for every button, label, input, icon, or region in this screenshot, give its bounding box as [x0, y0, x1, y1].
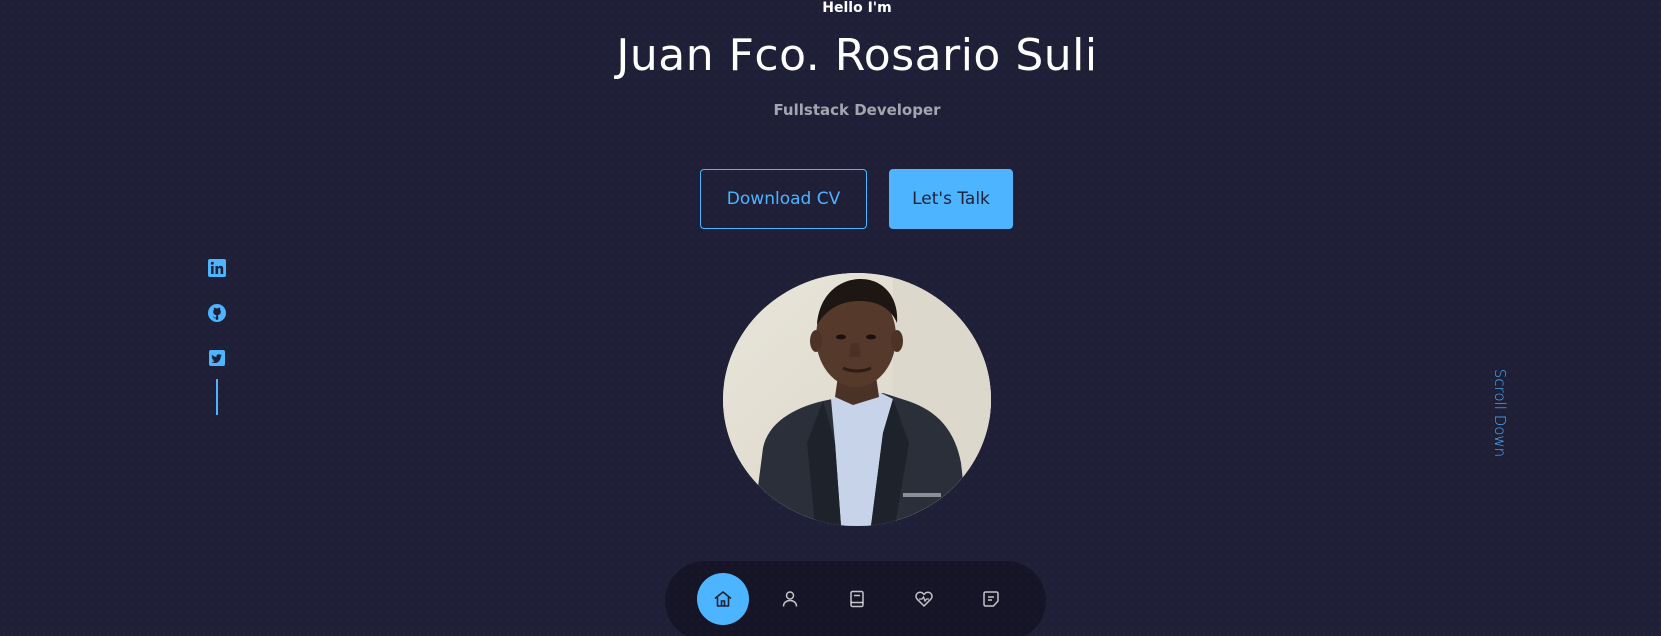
- twitter-link[interactable]: [206, 347, 228, 369]
- nav-home[interactable]: [697, 573, 749, 625]
- bottom-nav: [665, 561, 1046, 636]
- home-icon: [714, 591, 732, 607]
- book-icon: [850, 590, 864, 608]
- download-cv-button[interactable]: Download CV: [700, 169, 867, 229]
- person-name: Juan Fco. Rosario Suli: [616, 30, 1098, 81]
- github-icon: [208, 304, 226, 322]
- linkedin-icon: [208, 259, 226, 277]
- hero-header: Hello I'm Juan Fco. Rosario Suli Fullsta…: [0, 0, 1661, 636]
- message-icon: [983, 591, 999, 607]
- github-link[interactable]: [206, 302, 228, 324]
- social-divider-line: [216, 379, 218, 415]
- lets-talk-button[interactable]: Let's Talk: [889, 169, 1013, 229]
- cta-buttons: Download CV Let's Talk: [700, 169, 1013, 229]
- nav-services[interactable]: [898, 573, 950, 625]
- profile-photo: [723, 273, 991, 526]
- profile-photo-image: [723, 273, 991, 526]
- user-icon: [782, 591, 798, 607]
- scroll-down-label: Scroll Down: [1491, 368, 1510, 458]
- linkedin-link[interactable]: [206, 257, 228, 279]
- role-title: Fullstack Developer: [773, 101, 941, 119]
- services-icon: [915, 591, 933, 607]
- twitter-icon: [209, 350, 225, 366]
- scroll-down-link[interactable]: Scroll Down: [1490, 365, 1510, 461]
- nav-contact[interactable]: [965, 573, 1017, 625]
- nav-about[interactable]: [764, 573, 816, 625]
- nav-experience[interactable]: [831, 573, 883, 625]
- social-links: [205, 257, 229, 415]
- greeting-text: Hello I'm: [822, 0, 892, 16]
